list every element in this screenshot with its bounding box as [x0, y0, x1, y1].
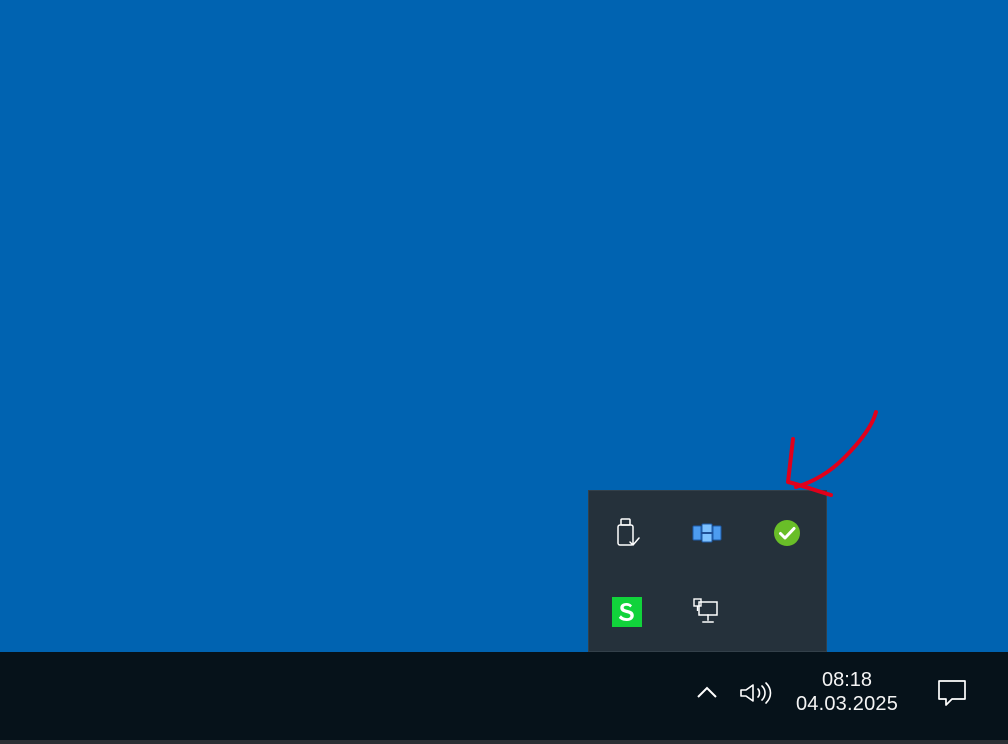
- status-check-icon[interactable]: [767, 513, 807, 553]
- taskbar-clock[interactable]: 08:18 04.03.2025: [786, 656, 908, 728]
- clock-time: 08:18: [821, 669, 873, 691]
- screen-bottom-edge: [0, 740, 1008, 744]
- show-hidden-icons-button[interactable]: [690, 676, 724, 710]
- usb-safely-remove-icon[interactable]: [607, 513, 647, 553]
- screen: 08:18 04.03.2025: [0, 0, 1008, 744]
- notification-center-button[interactable]: [931, 674, 973, 712]
- clock-date: 04.03.2025: [795, 693, 899, 715]
- system-tray-overflow-panel: [588, 490, 827, 652]
- notification-center-icon: [938, 680, 966, 706]
- chevron-up-icon: [697, 686, 717, 698]
- volume-button[interactable]: [736, 676, 776, 710]
- volume-icon: [740, 682, 772, 704]
- network-app-icon[interactable]: [687, 513, 727, 553]
- desktop-background: [0, 0, 1008, 652]
- green-s-app-icon[interactable]: [607, 592, 647, 632]
- network-computer-icon[interactable]: [687, 592, 727, 632]
